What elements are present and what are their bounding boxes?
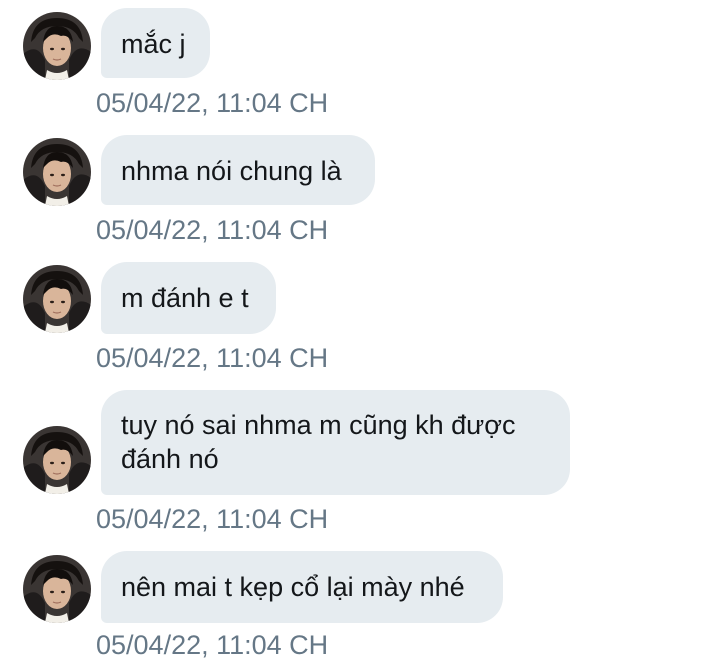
avatar-photo-icon: [23, 12, 91, 80]
message-bubble[interactable]: mắc j: [101, 8, 210, 78]
message-timestamp: 05/04/22, 11:04 CH: [96, 343, 329, 373]
avatar-photo-icon: [23, 138, 91, 206]
avatar[interactable]: [23, 426, 91, 494]
avatar[interactable]: [23, 12, 91, 80]
avatar-photo-icon: [23, 555, 91, 623]
avatar[interactable]: [23, 265, 91, 333]
message-bubble[interactable]: tuy nó sai nhma m cũng kh được đánh nó: [101, 390, 570, 495]
message-bubble[interactable]: nhma nói chung là: [101, 135, 375, 205]
message-bubble[interactable]: m đánh e t: [101, 262, 276, 334]
message-bubble[interactable]: nên mai t kẹp cổ lại mày nhé: [101, 551, 503, 623]
avatar-photo-icon: [23, 265, 91, 333]
message-timestamp: 05/04/22, 11:04 CH: [96, 504, 329, 534]
avatar[interactable]: [23, 555, 91, 623]
message-timestamp: 05/04/22, 11:04 CH: [96, 630, 329, 660]
avatar[interactable]: [23, 138, 91, 206]
avatar-photo-icon: [23, 426, 91, 494]
message-timestamp: 05/04/22, 11:04 CH: [96, 88, 329, 118]
message-timestamp: 05/04/22, 11:04 CH: [96, 215, 329, 245]
message-thread: mắc j 05/04/22, 11:04 CH nhma nói chung …: [0, 0, 720, 664]
